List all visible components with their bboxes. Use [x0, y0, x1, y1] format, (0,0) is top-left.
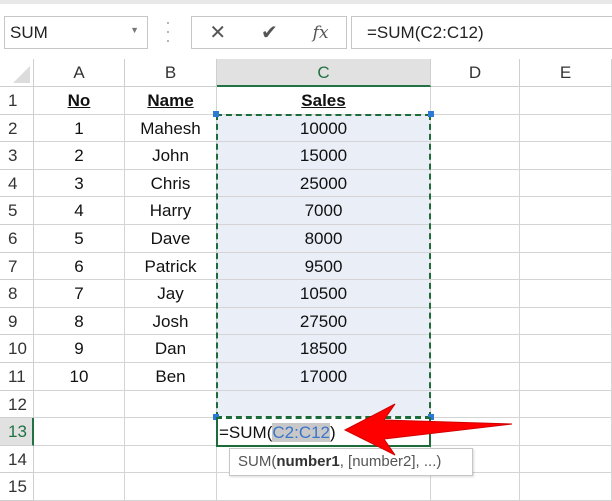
arrow-icon: [343, 403, 513, 456]
red-arrow-annotation: [343, 403, 513, 456]
